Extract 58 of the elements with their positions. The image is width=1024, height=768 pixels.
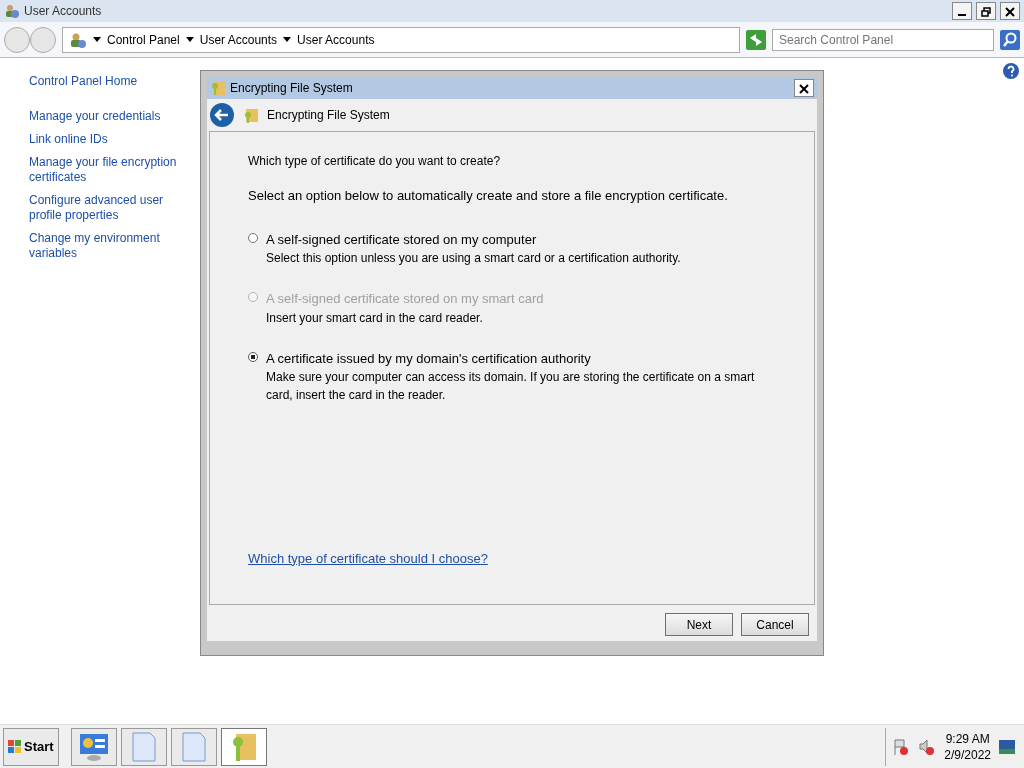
minimize-icon <box>958 14 966 17</box>
radio-button[interactable] <box>248 232 258 243</box>
taskbar-button[interactable] <box>70 727 117 766</box>
flag-error-icon[interactable] <box>892 737 911 756</box>
search-field[interactable]: Search Control Panel <box>772 28 994 51</box>
window-title: User Accounts <box>24 3 102 20</box>
windows-logo-icon <box>8 739 22 754</box>
clock-date[interactable]: 2/9/2022 <box>944 746 991 763</box>
taskbar-button[interactable] <box>120 727 167 766</box>
dialog-title: Encrypting File System <box>230 80 353 97</box>
sidebar-link[interactable]: Control Panel Home <box>29 74 189 89</box>
next-button[interactable]: Next <box>665 613 733 636</box>
option-label: A self-signed certificate stored on my smart card <box>266 290 544 308</box>
radio-button[interactable] <box>248 351 258 362</box>
taskbar-button[interactable] <box>170 727 217 766</box>
sidebar-link[interactable]: Manage your file encryption certificates <box>29 155 189 185</box>
minimize-button[interactable] <box>952 2 972 20</box>
users-icon <box>4 3 20 19</box>
key-folder-icon <box>243 107 259 123</box>
speaker-muted-icon[interactable] <box>918 737 937 756</box>
clock-time[interactable]: 9:29 AM <box>944 730 991 747</box>
dropdown-arrow-icon[interactable] <box>283 37 292 42</box>
breadcrumb-link[interactable]: User Accounts <box>297 30 375 49</box>
start-button[interactable]: Start <box>3 727 59 766</box>
option-description: Select this option unless you are using a smart card or a certification authority. <box>266 250 681 267</box>
sidebar-link[interactable]: Change my environment variables <box>29 231 189 261</box>
option-label: A certificate issued by my domain's certification authority <box>266 349 592 368</box>
dropdown-arrow-icon[interactable] <box>185 37 194 42</box>
restore-icon <box>981 6 991 17</box>
breadcrumb-link[interactable]: Control Panel <box>107 30 180 49</box>
close-button[interactable] <box>794 79 814 97</box>
sidebar-link[interactable]: Configure advanced user profile properties <box>29 193 189 223</box>
question-text: Which type of certificate do you want to create? <box>248 153 502 170</box>
breadcrumb-link[interactable]: User Accounts <box>199 30 278 49</box>
document-icon <box>130 731 157 762</box>
help-link[interactable]: Which type of certificate should I choose? <box>248 550 488 566</box>
key-folder-icon <box>210 80 226 96</box>
cancel-button[interactable]: Cancel <box>741 613 809 636</box>
option-description: Make sure your computer can access its domain. If you are storing the certificate on a smart card, insert the card in the reader. <box>266 369 756 404</box>
desktop-icon[interactable] <box>999 739 1015 754</box>
document-icon <box>180 731 207 762</box>
close-icon <box>799 83 809 94</box>
control-panel-icon <box>77 731 110 762</box>
refresh-icon[interactable] <box>746 29 766 50</box>
dropdown-arrow-icon[interactable] <box>93 37 101 42</box>
restore-button[interactable] <box>976 2 996 20</box>
search-icon[interactable] <box>1000 29 1020 50</box>
dialog-heading: Encrypting File System <box>267 107 390 124</box>
option-description: Insert your smart card in the card reader. <box>266 309 484 327</box>
sidebar-link[interactable]: Manage your credentials <box>29 109 189 124</box>
instruction-text: Select an option below to automatically create and store a file encryption certificate. <box>248 187 729 205</box>
address-bar[interactable]: Control Panel User Accounts User Accounts <box>62 26 740 53</box>
option-label: A self-signed certificate stored on my computer <box>266 230 538 249</box>
close-button[interactable] <box>1000 2 1020 20</box>
close-icon <box>1005 6 1015 17</box>
help-icon[interactable] <box>1002 62 1020 80</box>
sidebar-link[interactable]: Link online IDs <box>29 132 189 147</box>
taskbar-button[interactable] <box>220 727 267 766</box>
